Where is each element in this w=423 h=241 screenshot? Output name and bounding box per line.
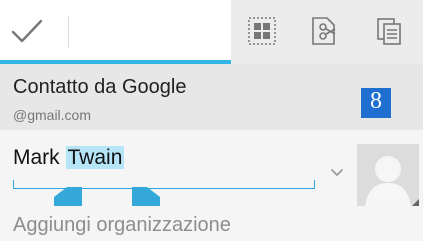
text-selection-action-bar (0, 0, 423, 64)
name-input[interactable]: Mark Twain (13, 146, 315, 176)
done-button[interactable] (0, 0, 231, 64)
name-field-right-edge (314, 180, 315, 189)
cut-icon[interactable] (309, 16, 339, 46)
google-account-icon: 8 (361, 88, 391, 118)
contact-avatar[interactable] (357, 144, 419, 206)
action-divider (68, 16, 69, 48)
account-email: @gmail.com (13, 107, 92, 123)
contact-editor-screen: Contatto da Google @gmail.com 8 Mark Twa… (0, 0, 423, 241)
account-header: Contatto da Google @gmail.com 8 (0, 64, 423, 130)
name-field-left-edge (13, 180, 14, 189)
copy-icon[interactable] (374, 16, 404, 46)
organization-row: Aggiungi organizzazione (0, 206, 423, 241)
select-all-icon[interactable] (247, 16, 277, 46)
selected-name-text: Twain (65, 146, 125, 169)
chevron-down-icon[interactable] (330, 166, 344, 178)
first-name-text: Mark (13, 146, 60, 169)
add-organization-link[interactable]: Aggiungi organizzazione (13, 214, 231, 237)
check-icon (11, 19, 43, 43)
account-title: Contatto da Google (13, 76, 187, 98)
